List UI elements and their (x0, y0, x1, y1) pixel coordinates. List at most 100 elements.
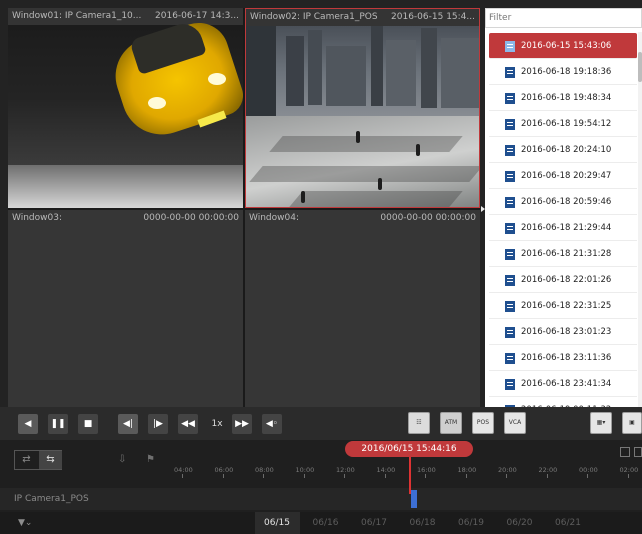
video-file-icon (505, 197, 515, 208)
video-window-3[interactable]: Window03: 0000-00-00 00:00:00 (8, 210, 243, 407)
stop-button[interactable]: ■ (78, 414, 98, 434)
video-file-icon (505, 119, 515, 130)
playback-toolbar: ◀ ❚❚ ■ ◀| |▶ ◀◀ 1x ▶▶ ◀◦ ☷ ATM POS VCA ▦… (0, 407, 642, 440)
download-icon[interactable]: ⇩ (118, 454, 126, 465)
hour-tick-label: 06:00 (214, 466, 234, 478)
hour-tick-label: 12:00 (336, 466, 355, 478)
step-back-button[interactable]: ◀| (118, 414, 138, 434)
download-clip-icon[interactable]: ☷ (408, 412, 430, 434)
recording-item[interactable]: 2016-06-18 20:29:47 (489, 163, 637, 189)
day-tab[interactable]: 06/17 (361, 518, 387, 528)
recording-time-label: 2016-06-18 21:31:28 (521, 249, 612, 259)
speed-indicator: 1x (211, 419, 223, 429)
fullscreen-icon[interactable]: ▣ (622, 412, 642, 434)
recorded-clip-segment[interactable] (411, 490, 417, 508)
reverse-play-button[interactable]: ◀ (18, 414, 38, 434)
timeline-day-strip: ▼⌄ 06/15 06/16 06/17 06/18 06/19 06/20 06/21 (0, 512, 642, 534)
recording-item[interactable]: 2016-06-18 21:31:28 (489, 241, 637, 267)
video-file-icon (505, 301, 515, 312)
video-file-icon (505, 249, 515, 260)
window-2-title: Window02: IP Camera1_POS 2016-06-15 15:4… (246, 9, 479, 26)
window-2-timestamp: 2016-06-15 15:4... (391, 12, 475, 22)
filter-funnel-icon[interactable]: ▼⌄ (18, 518, 32, 528)
recording-item[interactable]: 2016-06-18 20:59:46 (489, 189, 637, 215)
recording-item[interactable]: 2016-06-18 23:11:36 (489, 345, 637, 371)
camera-1-feed (8, 15, 243, 208)
window-4-title: Window04: 0000-00-00 00:00:00 (245, 210, 480, 227)
recording-item[interactable]: 2016-06-18 22:01:26 (489, 267, 637, 293)
day-tab[interactable]: 06/16 (313, 518, 339, 528)
day-tab[interactable]: 06/19 (458, 518, 484, 528)
recording-item[interactable]: 2016-06-18 19:18:36 (489, 59, 637, 85)
video-window-2[interactable]: Window02: IP Camera1_POS 2016-06-15 15:4… (245, 8, 480, 208)
window-1-title: Window01: IP Camera1_10... 2016-06-17 14… (8, 8, 243, 25)
async-play-icon[interactable]: ⇆ (39, 451, 62, 469)
current-time-badge: 2016/06/15 15:44:16 (345, 441, 473, 457)
recording-item[interactable]: 2016-06-18 23:41:34 (489, 371, 637, 397)
timeline-hour-scale[interactable]: 04:00 06:00 08:00 10:00 12:00 14:00 16:00 18:00… (170, 466, 642, 480)
slow-down-button[interactable]: ◀◀ (178, 414, 198, 434)
recording-item[interactable]: 2016-06-19 00:11:32 (489, 397, 637, 407)
video-window-1[interactable]: Window01: IP Camera1_10... 2016-06-17 14… (8, 8, 243, 208)
recording-item[interactable]: 2016-06-18 19:48:34 (489, 85, 637, 111)
recording-time-label: 2016-06-18 22:31:25 (521, 301, 612, 311)
window-3-title: Window03: 0000-00-00 00:00:00 (8, 210, 243, 227)
video-file-icon (505, 171, 515, 182)
window-4-timestamp: 0000-00-00 00:00:00 (380, 213, 476, 223)
day-tab[interactable]: 06/20 (507, 518, 533, 528)
step-forward-button[interactable]: |▶ (148, 414, 168, 434)
video-file-icon (505, 145, 515, 156)
zoom-out-icon[interactable] (620, 447, 630, 457)
hour-tick-label: 20:00 (498, 466, 517, 478)
sync-play-icon[interactable]: ⇄ (15, 451, 38, 469)
recording-time-label: 2016-06-18 20:59:46 (521, 197, 612, 207)
hour-tick-label: 02:00 (619, 466, 639, 478)
recording-item[interactable]: 2016-06-18 23:01:23 (489, 319, 637, 345)
hour-tick-label: 18:00 (457, 466, 477, 478)
video-file-icon (505, 379, 515, 390)
day-tab[interactable]: 06/15 (264, 518, 290, 528)
bookmark-icon[interactable]: ⚑ (146, 454, 155, 465)
camera-2-feed (246, 26, 479, 207)
playback-window: Window01: IP Camera1_10... 2016-06-17 14… (0, 0, 642, 534)
pos-label: POS (476, 419, 490, 426)
speed-up-button[interactable]: ▶▶ (232, 414, 252, 434)
window-layout-icon[interactable]: ▦▾ (590, 412, 612, 434)
zoom-in-icon[interactable] (634, 447, 642, 457)
pause-button[interactable]: ❚❚ (48, 414, 68, 434)
vca-label: VCA (508, 419, 522, 426)
recording-item[interactable]: 2016-06-18 20:24:10 (489, 137, 637, 163)
list-scrollbar-thumb[interactable] (638, 52, 642, 82)
list-scrollbar[interactable] (638, 32, 642, 407)
hour-tick-label: 14:00 (376, 466, 396, 478)
atm-info-button[interactable]: ATM (440, 412, 462, 434)
video-file-icon (505, 223, 515, 234)
window-3-timestamp: 0000-00-00 00:00:00 (143, 213, 239, 223)
pos-info-button[interactable]: POS (472, 412, 494, 434)
recording-time-label: 2016-06-18 23:41:34 (521, 379, 612, 389)
volume-icon[interactable]: ◀◦ (262, 414, 282, 434)
vca-search-button[interactable]: VCA (504, 412, 526, 434)
timeline-cursor[interactable] (409, 457, 411, 494)
recording-time-label: 2016-06-18 19:48:34 (521, 93, 612, 103)
recording-item[interactable]: 2016-06-18 22:31:25 (489, 293, 637, 319)
recording-item[interactable]: 2016-06-15 15:43:06 (489, 33, 637, 59)
recording-time-label: 2016-06-18 21:29:44 (521, 223, 612, 233)
day-tab[interactable]: 06/21 (555, 518, 581, 528)
hour-tick-label: 08:00 (255, 466, 274, 478)
atm-label: ATM (444, 419, 458, 426)
recording-item[interactable]: 2016-06-18 21:29:44 (489, 215, 637, 241)
timeline-mode-toggle[interactable]: ⇄ ⇆ (14, 450, 62, 470)
recording-time-label: 2016-06-18 19:18:36 (521, 67, 612, 77)
video-file-icon (505, 327, 515, 338)
video-window-4[interactable]: Window04: 0000-00-00 00:00:00 (245, 210, 480, 407)
window-1-timestamp: 2016-06-17 14:3... (155, 11, 239, 21)
video-file-icon (505, 93, 515, 104)
recording-item[interactable]: 2016-06-18 19:54:12 (489, 111, 637, 137)
hour-tick-label: 16:00 (417, 466, 436, 478)
recording-time-label: 2016-06-18 19:54:12 (521, 119, 612, 129)
filter-input[interactable] (485, 8, 642, 28)
track-camera-label: IP Camera1_POS (14, 494, 89, 504)
timeline-track[interactable] (0, 488, 642, 510)
day-tab[interactable]: 06/18 (410, 518, 436, 528)
